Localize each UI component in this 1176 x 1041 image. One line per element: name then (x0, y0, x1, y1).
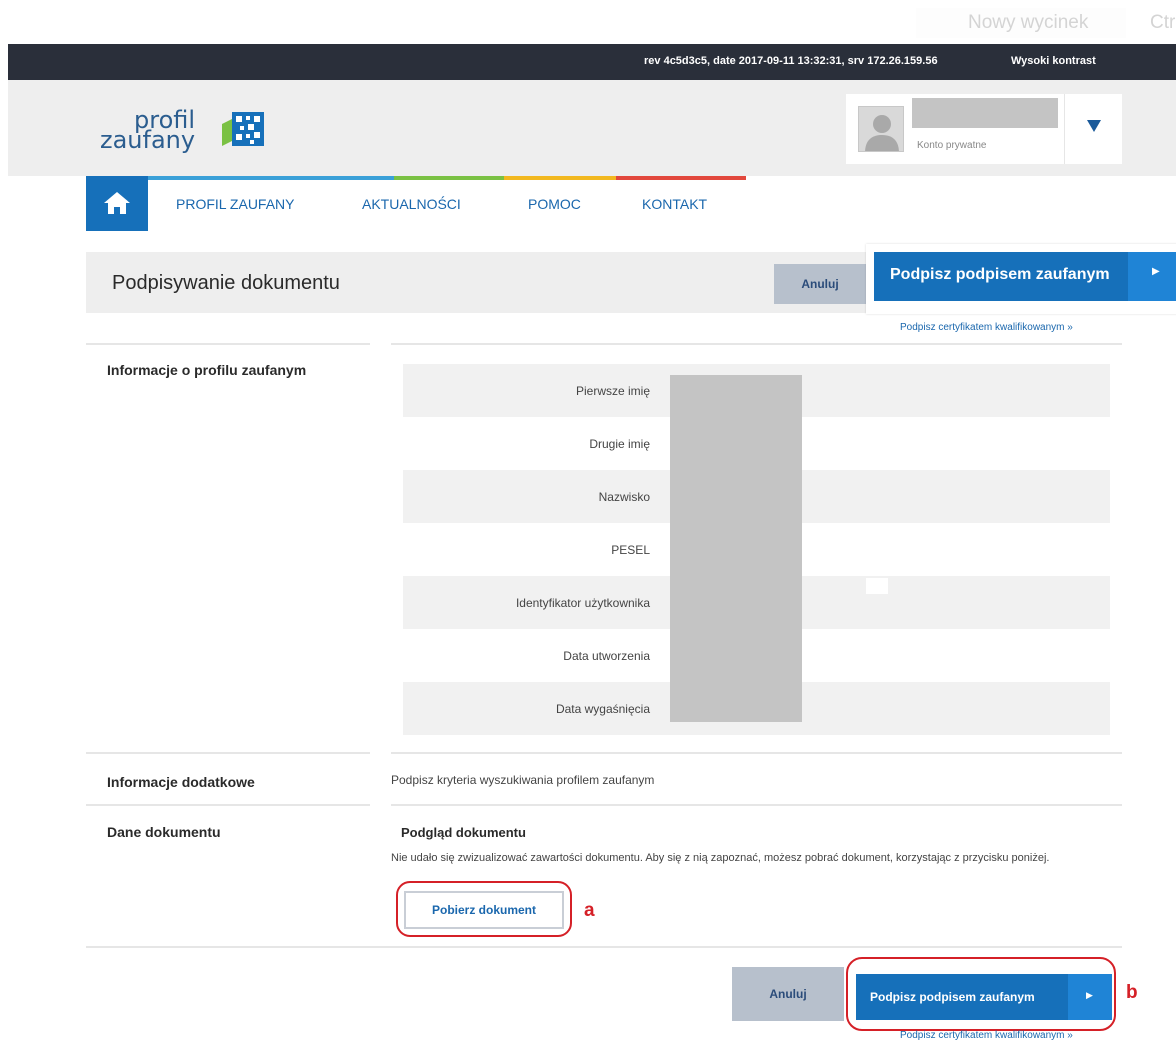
revision-info: rev 4c5d3c5, date 2017-09-11 13:32:31, s… (644, 55, 938, 67)
profil-zaufany-logo[interactable]: profil zaufany (92, 106, 292, 162)
field-created-date: Data utworzenia (563, 649, 650, 663)
divider (86, 946, 1122, 948)
annotation-circle-b (846, 957, 1116, 1031)
avatar (858, 106, 904, 152)
nav-accent-blue (148, 176, 394, 180)
annotation-circle-a (396, 881, 572, 937)
nav-item-aktualnosci[interactable]: AKTUALNOŚCI (362, 196, 461, 212)
divider (391, 752, 1122, 754)
redacted-values (670, 375, 802, 722)
home-button[interactable] (86, 176, 148, 231)
field-second-name: Drugie imię (589, 437, 650, 451)
cancel-button[interactable]: Anuluj (774, 264, 866, 304)
divider (86, 804, 370, 806)
home-icon (104, 192, 130, 214)
nav-accent-green (394, 176, 504, 180)
logo-text-zaufany: zaufany (100, 126, 196, 154)
field-expiry-date: Data wygaśnięcia (555, 702, 650, 716)
divider (86, 752, 370, 754)
triangle-down-icon (1087, 120, 1101, 132)
page-title: Podpisywanie dokumentu (112, 272, 340, 294)
redaction-artifact (866, 578, 888, 594)
new-snip-button[interactable]: Nowy wycinek (916, 8, 1126, 38)
account-name-redacted (912, 98, 1058, 128)
annotation-label-a: a (584, 900, 595, 921)
additional-info-value: Podpisz kryteria wyszukiwania profilem z… (391, 773, 655, 787)
sign-certificate-link[interactable]: Podpisz certyfikatem kwalifikowanym » (900, 322, 1073, 333)
sign-trusted-label: Podpisz podpisem zaufanym (890, 266, 1110, 283)
annotation-label-b: b (1126, 982, 1138, 1003)
sign-arrow: ▶ (1128, 252, 1176, 301)
additional-info-label: Informacje dodatkowe (107, 774, 255, 790)
document-data-label: Dane dokumentu (107, 824, 221, 840)
main-nav: PROFIL ZAUFANY AKTUALNOŚCI POMOC KONTAKT (86, 176, 746, 231)
account-type: Konto prywatne (917, 140, 987, 151)
field-first-name: Pierwsze imię (575, 384, 650, 398)
high-contrast-link[interactable]: Wysoki kontrast (1011, 55, 1096, 67)
user-silhouette-icon (865, 115, 899, 151)
nav-item-profil-zaufany[interactable]: PROFIL ZAUFANY (176, 196, 295, 212)
nav-accent-red (616, 176, 746, 180)
nav-accent-yellow (504, 176, 616, 180)
sign-certificate-link-bottom[interactable]: Podpisz certyfikatem kwalifikowanym » (900, 1030, 1073, 1041)
nav-item-pomoc[interactable]: POMOC (528, 196, 581, 212)
document-preview-text: Nie udało się zwizualizować zawartości d… (391, 852, 1050, 864)
sign-trusted-button[interactable]: Podpisz podpisem zaufanym ▶ (866, 244, 1176, 314)
field-pesel: PESEL (611, 543, 650, 557)
page-title-bar: Podpisywanie dokumentu Anuluj Podpisz po… (86, 244, 1176, 314)
ctrl-button[interactable]: Ctr (1150, 8, 1175, 38)
nav-item-kontakt[interactable]: KONTAKT (642, 196, 707, 212)
field-user-id: Identyfikator użytkownika (515, 596, 650, 610)
snipping-toolbar: Nowy wycinek Ctr (0, 0, 1176, 44)
account-panel[interactable]: Konto prywatne (846, 94, 1122, 164)
arrow-right-icon: ▶ (1152, 266, 1160, 277)
divider (86, 343, 370, 345)
top-bar: rev 4c5d3c5, date 2017-09-11 13:32:31, s… (8, 44, 1176, 80)
cancel-button-bottom[interactable]: Anuluj (732, 967, 844, 1021)
document-preview-title: Podgląd dokumentu (401, 825, 526, 840)
sign-trusted-button-body[interactable]: Podpisz podpisem zaufanym ▶ (874, 252, 1176, 301)
account-menu-toggle[interactable] (1064, 94, 1122, 164)
divider (391, 343, 1122, 345)
divider (391, 804, 1122, 806)
profile-info-label: Informacje o profilu zaufanym (107, 362, 307, 378)
field-surname: Nazwisko (598, 490, 650, 504)
logo-mark-icon (222, 112, 264, 146)
